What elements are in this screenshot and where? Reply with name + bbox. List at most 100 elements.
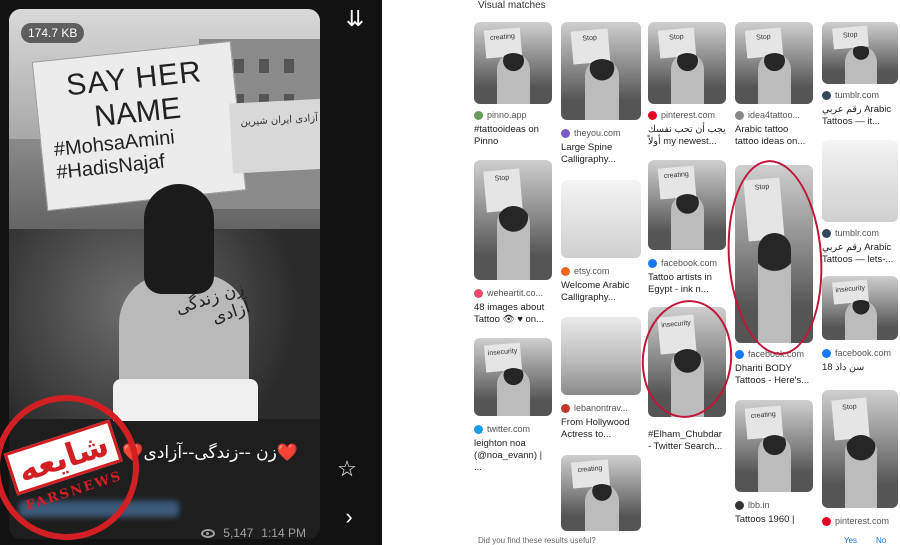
source-favicon-icon	[474, 288, 483, 298]
match-tile[interactable]: etsy.com Welcome Arabic Calligraphy...	[561, 180, 641, 310]
match-tile[interactable]: Stop theyou.com Large Spine Calligraphy.…	[561, 22, 641, 172]
star-icon[interactable]: ☆	[334, 458, 360, 484]
match-title[interactable]: Tattoos 1960 |	[735, 514, 813, 526]
source-label: twitter.com	[487, 424, 531, 434]
match-tile[interactable]: creating pinno.app #tattooideas on Pinno	[474, 22, 552, 152]
source-favicon-icon	[474, 424, 483, 434]
match-title[interactable]: Welcome Arabic Calligraphy...	[561, 280, 641, 304]
match-thumbnail[interactable]: Stop	[735, 22, 813, 104]
source-label: pinterest.com	[835, 516, 890, 526]
match-title[interactable]: #tattooideas on Pinno	[474, 124, 552, 148]
source-favicon-icon	[648, 110, 657, 120]
match-tile[interactable]: lebanontrav... From Hollywood Actress to…	[561, 317, 641, 447]
match-tile[interactable]: Stop weheartit.co... 48 images about Tat…	[474, 160, 552, 325]
source-favicon-icon	[474, 110, 483, 120]
match-title[interactable]: Dhariti BODY Tattoos - Here's...	[735, 363, 813, 387]
thumb-person	[671, 53, 705, 104]
thumb-person	[671, 194, 705, 250]
match-source: idea4tattoo...	[735, 110, 800, 120]
source-label: weheartit.co...	[487, 288, 544, 298]
match-title[interactable]: Arabic tattoo tattoo ideas on...	[735, 124, 813, 148]
thumb-person	[758, 434, 792, 492]
source-label: etsy.com	[574, 266, 610, 276]
scroll-down-icon[interactable]: ⇊	[342, 8, 368, 34]
match-title[interactable]: رقم عربي Arabic Tattoos — it...	[822, 104, 898, 128]
match-tile[interactable]: Stop pinterest.com	[822, 390, 898, 530]
match-thumbnail[interactable]: insecurity	[822, 276, 898, 340]
sign2-text: آزادی ایران شیرین	[240, 112, 319, 129]
feedback-yes-button[interactable]: Yes	[844, 536, 857, 545]
source-favicon-icon	[822, 228, 831, 238]
thumb-person	[844, 45, 877, 84]
match-thumbnail[interactable]: insecurity	[474, 338, 552, 416]
match-source: theyou.com	[561, 128, 621, 138]
source-favicon-icon	[822, 348, 831, 358]
protest-sign-secondary: آزادی ایران شیرین	[229, 98, 320, 174]
match-thumbnail[interactable]: Stop	[822, 390, 898, 508]
source-label: lebanontrav...	[574, 403, 628, 413]
thumb-person	[758, 53, 792, 104]
source-label: pinno.app	[487, 110, 527, 120]
visual-matches-title: Visual matches	[478, 0, 546, 11]
match-thumbnail[interactable]	[822, 140, 898, 222]
match-title[interactable]: Large Spine Calligraphy...	[561, 142, 641, 166]
feedback-prompt: Did you find these results useful?	[478, 536, 596, 545]
forward-icon[interactable]: ›	[336, 506, 362, 532]
thumb-person	[585, 483, 619, 531]
file-size-badge[interactable]: 174.7 KB	[21, 23, 85, 43]
message-photo[interactable]: SAY HER NAME #MohsaAmini #HadisNajaf آزا…	[9, 9, 320, 421]
match-title[interactable]: سن داد 18	[822, 362, 898, 374]
feedback-no-button[interactable]: No	[876, 536, 886, 545]
match-tile[interactable]: creating lbb.in Tattoos 1960 |	[735, 400, 813, 530]
thumb-person	[497, 367, 531, 416]
match-source: pinno.app	[474, 110, 527, 120]
source-favicon-icon	[561, 403, 570, 413]
match-thumbnail[interactable]: Stop	[561, 22, 641, 120]
match-tile[interactable]: Stop idea4tattoo... Arabic tattoo tattoo…	[735, 22, 813, 152]
match-tile[interactable]: Stop pinterest.com یجب أن تحب نفسك أولاً…	[648, 22, 726, 152]
match-source: lebanontrav...	[561, 403, 628, 413]
match-thumbnail[interactable]	[561, 180, 641, 258]
match-source: pinterest.com	[822, 516, 889, 526]
match-title[interactable]: leighton noa (@noa_evann) | ...	[474, 438, 552, 474]
source-favicon-icon	[822, 90, 831, 100]
match-thumbnail[interactable]: Stop	[822, 22, 898, 84]
match-thumbnail[interactable]: creating	[735, 400, 813, 492]
source-label: tumblr.com	[835, 90, 880, 100]
match-thumbnail[interactable]: Stop	[648, 22, 726, 104]
message-meta: 5,147 1:14 PM	[201, 526, 306, 539]
message-time: 1:14 PM	[261, 526, 306, 539]
source-favicon-icon	[735, 500, 744, 510]
match-source: pinterest.com	[648, 110, 715, 120]
match-thumbnail[interactable]: Stop	[474, 160, 552, 280]
source-label: pinterest.com	[661, 110, 716, 120]
match-tile[interactable]: creating	[561, 455, 641, 533]
match-thumbnail[interactable]: creating	[474, 22, 552, 104]
thumb-person	[497, 205, 531, 280]
match-title[interactable]: From Hollywood Actress to...	[561, 417, 641, 441]
match-title[interactable]: رقم عربي Arabic Tattoos — lets-...	[822, 242, 898, 266]
match-title[interactable]: Tattoo artists in Egypt - ink n...	[648, 272, 726, 296]
match-title[interactable]: #Elham_Chubdar - Twitter Search...	[648, 429, 726, 453]
source-label: tumblr.com	[835, 228, 880, 238]
source-label: facebook.com	[835, 348, 892, 358]
thumb-person	[844, 434, 877, 508]
match-tile[interactable]: Stop tumblr.com رقم عربي Arabic Tattoos …	[822, 22, 898, 134]
match-thumbnail[interactable]: creating	[561, 455, 641, 531]
thumb-person	[844, 300, 877, 340]
source-favicon-icon	[822, 516, 831, 526]
match-thumbnail[interactable]: creating	[648, 160, 726, 250]
match-thumbnail[interactable]	[561, 317, 641, 395]
match-tile[interactable]: creating facebook.com Tattoo artists in …	[648, 160, 726, 300]
match-title[interactable]: یجب أن تحب نفسك أولاً my newest...	[648, 124, 726, 148]
match-tile[interactable]: insecurity facebook.com سن داد 18	[822, 276, 898, 376]
message-caption: ❤️زن --زندگی--آزادی❤️	[122, 443, 298, 463]
view-count: 5,147	[223, 526, 254, 539]
eye-icon	[201, 528, 216, 538]
match-tile[interactable]: insecurity twitter.com leighton noa (@no…	[474, 338, 552, 473]
match-tile[interactable]: tumblr.com رقم عربي Arabic Tattoos — let…	[822, 140, 898, 270]
source-favicon-icon	[735, 349, 744, 359]
thumb-person	[585, 59, 619, 120]
match-source: etsy.com	[561, 266, 609, 276]
match-title[interactable]: 48 images about Tattoo 👁 ♥ on...	[474, 302, 552, 326]
